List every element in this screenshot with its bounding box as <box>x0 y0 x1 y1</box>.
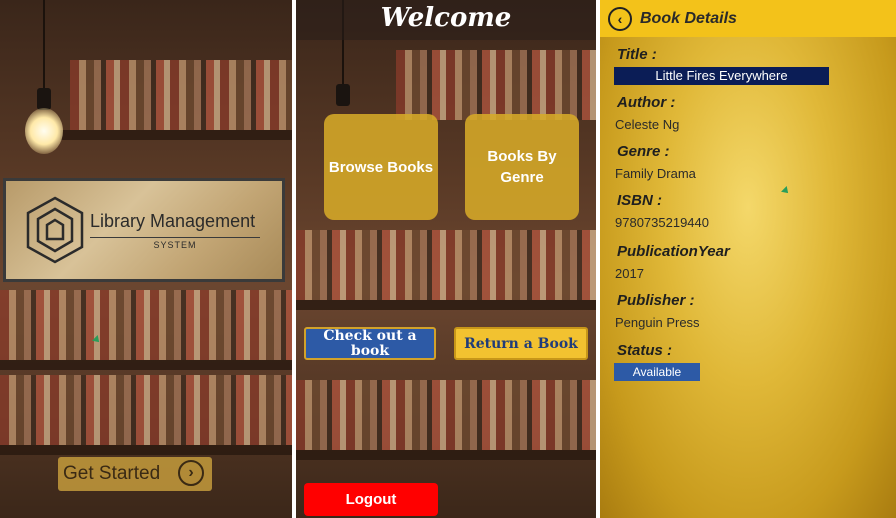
welcome-header: Welcome <box>296 0 596 40</box>
isbn-value: 9780735219440 <box>615 215 709 230</box>
lamp-socket <box>37 88 51 110</box>
bookshelf-books <box>0 290 292 360</box>
app-logo-subtitle: SYSTEM <box>90 237 260 250</box>
get-started-button[interactable]: Get Started › <box>58 457 212 491</box>
title-value: Little Fires Everywhere <box>614 67 829 85</box>
chevron-left-icon[interactable]: ‹ <box>608 6 632 31</box>
home-screen: Welcome Browse Books Books By Genre Chec… <box>296 0 596 518</box>
title-label: Title : <box>617 46 657 63</box>
author-value: Celeste Ng <box>615 117 680 132</box>
details-header: ‹ Book Details <box>600 0 896 37</box>
app-logo-title: Library Management <box>90 211 256 231</box>
status-label: Status : <box>617 342 673 359</box>
bookshelf-books <box>296 380 596 450</box>
details-title: Book Details <box>640 9 737 27</box>
publication-year-label: PublicationYear <box>617 243 730 260</box>
return-book-button[interactable]: Return a Book <box>454 327 588 360</box>
author-label: Author : <box>617 94 676 111</box>
isbn-label: ISBN : <box>617 192 662 209</box>
genre-label: Genre : <box>617 143 670 160</box>
shelf-divider <box>296 300 596 310</box>
book-details-screen: ‹ Book Details Title : Little Fires Ever… <box>600 0 896 518</box>
lamp-wire <box>43 0 45 88</box>
shelf-divider <box>0 360 292 370</box>
checkout-book-button[interactable]: Check out a book <box>304 327 436 360</box>
checkout-book-label: Check out a book <box>323 327 417 359</box>
bookshelf-books <box>0 375 292 445</box>
get-started-label: Get Started <box>63 463 161 484</box>
shelf-divider <box>60 130 292 140</box>
light-bulb-icon <box>25 108 63 154</box>
library-logo-banner: Library Management SYSTEM <box>3 178 285 282</box>
hexagon-logo-icon <box>26 196 84 264</box>
bookshelf-books <box>296 230 596 300</box>
browse-books-button[interactable]: Browse Books <box>324 114 438 220</box>
shelf-divider <box>296 450 596 460</box>
publication-year-value: 2017 <box>615 266 644 281</box>
books-by-genre-label: Books By Genre <box>487 148 557 186</box>
chevron-right-icon: › <box>178 460 204 486</box>
shelf-divider <box>0 445 292 455</box>
return-book-label: Return a Book <box>464 335 578 352</box>
books-by-genre-button[interactable]: Books By Genre <box>465 114 579 220</box>
publisher-label: Publisher : <box>617 292 695 309</box>
bookshelf-books <box>396 50 596 120</box>
splash-screen: Library Management SYSTEM Get Started › <box>0 0 292 518</box>
bookshelf-books <box>70 60 292 130</box>
genre-value: Family Drama <box>615 166 696 181</box>
logout-button[interactable]: Logout <box>304 483 438 516</box>
lamp-socket <box>336 84 350 106</box>
publisher-value: Penguin Press <box>615 315 700 330</box>
browse-books-label: Browse Books <box>328 158 434 176</box>
status-badge: Available <box>614 363 700 381</box>
welcome-title: Welcome <box>380 3 512 33</box>
logout-label: Logout <box>345 491 397 508</box>
